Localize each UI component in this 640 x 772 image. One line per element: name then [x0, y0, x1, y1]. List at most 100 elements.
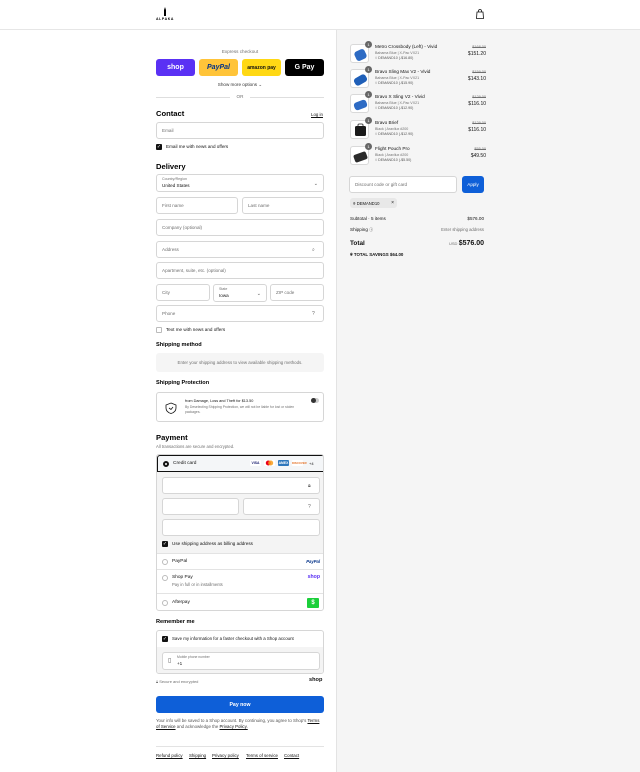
expiration-field[interactable]	[162, 498, 239, 515]
cart-item: 1 Bravo X Sling V2 - Vivid Bahama Blue |…	[350, 91, 486, 116]
divider-right	[250, 97, 324, 98]
card-details-section: 🔒︎ ? ✓ Use shipping address as billing a…	[157, 472, 323, 554]
shipping-protection-box[interactable]: from Damage, Loss and Theft for $13.50 B…	[156, 392, 324, 422]
paypal-radio[interactable]	[162, 559, 168, 565]
country-select[interactable]: Country/Region United States ⌄	[156, 174, 324, 192]
subtotal-label: Subtotal · 5 items	[350, 216, 386, 221]
afterpay-radio[interactable]	[162, 600, 168, 606]
lock-icon: 🔒︎	[156, 679, 159, 684]
protection-toggle[interactable]	[311, 398, 319, 403]
privacy-policy-link[interactable]: Privacy policy	[212, 753, 239, 758]
mobile-phone-field[interactable]: ▯ Mobile phone number +1	[162, 652, 320, 670]
item-discount-code: DEMAND10 (-$12.90)	[378, 132, 414, 136]
item-discount: ⌾ DEMAND10 (-$12.90)	[375, 106, 413, 110]
protection-line2: By Deselecting Shipping Protection, we w…	[185, 405, 295, 409]
chevron-down-icon: ⌄	[258, 82, 263, 87]
quantity-badge: 1	[365, 143, 372, 150]
brand-logo[interactable]: ALPAKA	[155, 7, 175, 21]
last-name-field[interactable]: Last name	[242, 197, 324, 214]
paypal-button[interactable]: PayPal	[199, 59, 238, 76]
shield-package-icon	[165, 402, 177, 414]
terms-of-service-link[interactable]: Terms of service	[246, 753, 278, 758]
amex-icon: AMEX	[278, 460, 289, 466]
afterpay-logo-icon: $	[307, 598, 319, 608]
newsletter-label: Email me with news and offers	[166, 144, 229, 149]
cart-item: 1 Metro Crossbody (Left) - Vivid Bahama …	[350, 41, 486, 66]
first-name-field[interactable]: First name	[156, 197, 238, 214]
billing-same-label: Use shipping address as billing address	[172, 541, 253, 546]
shop-pay-radio[interactable]	[162, 575, 168, 581]
contact-link[interactable]: Contact	[284, 753, 299, 758]
savings-row: ⌾ TOTAL SAVINGS $64.00	[350, 252, 484, 257]
item-discount-code: DEMAND10 (-$5.50)	[378, 158, 412, 162]
company-field[interactable]: Company (optional)	[156, 219, 324, 236]
shop-logo: shop	[307, 574, 320, 580]
alpaka-logo-icon	[164, 7, 166, 16]
apartment-placeholder: Apartment, suite, etc. (optional)	[162, 268, 226, 273]
legal-text: Your info will be saved to a Shop accoun…	[156, 718, 324, 730]
total-label: Total	[350, 240, 365, 247]
discover-icon: DISCOVER	[292, 460, 307, 466]
apartment-field[interactable]: Apartment, suite, etc. (optional)	[156, 262, 324, 279]
billing-same-checkbox[interactable]: ✓	[162, 541, 168, 547]
zip-field[interactable]: ZIP code	[270, 284, 324, 301]
item-discount-code: DEMAND10 (-$12.90)	[378, 106, 414, 110]
card-number-field[interactable]: 🔒︎	[162, 477, 320, 494]
item-original-price: $129.00	[472, 95, 486, 99]
item-price: $143.10	[467, 76, 486, 82]
remove-code-icon[interactable]: ×	[391, 200, 394, 206]
phone-field[interactable]: Phone?	[156, 305, 324, 322]
pay-now-button[interactable]: Pay now	[156, 696, 324, 713]
remember-me-box: ✓ Save my information for a faster check…	[156, 630, 324, 674]
protection-line3: packages.	[185, 410, 201, 414]
address-field[interactable]: Address ⌕	[156, 241, 324, 258]
paypal-option[interactable]: PayPal PayPal	[157, 554, 323, 570]
apply-discount-button[interactable]: Apply	[462, 176, 484, 193]
shipping-link[interactable]: Shipping	[189, 753, 206, 758]
text-offers-label: Text me with news and offers	[166, 327, 226, 332]
text-offers-checkbox[interactable]	[156, 327, 162, 333]
security-code-field[interactable]: ?	[243, 498, 320, 515]
tag-icon: ⌾	[375, 132, 378, 136]
help-circle-icon[interactable]: ?	[312, 311, 318, 317]
amazon-pay-button[interactable]: amazon pay	[242, 59, 281, 76]
credit-card-option[interactable]: Credit card VISA AMEX DISCOVER +4	[157, 455, 323, 472]
shop-pay-option[interactable]: Shop Pay Pay in full or in installments …	[157, 570, 323, 594]
afterpay-option[interactable]: Afterpay $	[157, 594, 323, 610]
shop-pay-sub: Pay in full or in installments	[172, 582, 223, 587]
total-value: $576.00	[458, 240, 484, 247]
item-price: $116.10	[468, 101, 486, 107]
save-info-checkbox[interactable]: ✓	[162, 636, 168, 642]
shopping-bag-icon[interactable]	[475, 9, 485, 19]
credit-card-radio[interactable]	[163, 461, 169, 467]
state-select[interactable]: State Iowa ⌄	[213, 284, 267, 302]
subtotal-row: Subtotal · 5 items $576.00	[350, 216, 484, 221]
city-placeholder: City	[162, 290, 170, 295]
newsletter-checkbox[interactable]: ✓	[156, 144, 162, 150]
refund-policy-link[interactable]: Refund policy	[156, 753, 183, 758]
google-pay-button[interactable]: G Pay	[285, 59, 324, 76]
company-placeholder: Company (optional)	[162, 225, 203, 230]
name-on-card-field[interactable]	[162, 519, 320, 536]
privacy-link[interactable]: Privacy Policy.	[220, 724, 248, 729]
savings-label: TOTAL SAVINGS	[353, 252, 389, 257]
help-circle-icon[interactable]: ⓘ	[369, 227, 373, 232]
mobile-value: +1	[177, 661, 183, 666]
help-circle-icon[interactable]: ?	[308, 504, 314, 510]
mastercard-icon	[264, 460, 275, 466]
shipping-value: Enter shipping address	[441, 227, 484, 232]
first-name-placeholder: First name	[162, 203, 184, 208]
login-link[interactable]: Log in	[311, 112, 323, 117]
item-original-price: $129.00	[472, 121, 486, 125]
remember-me-heading: Remember me	[156, 619, 195, 625]
item-price: $151.20	[467, 51, 486, 57]
discount-code-input[interactable]: Discount code or gift card	[349, 176, 457, 193]
shop-pay-button[interactable]: shop	[156, 59, 195, 76]
email-field[interactable]: Email	[156, 122, 324, 139]
address-placeholder: Address	[162, 247, 179, 252]
email-placeholder: Email	[162, 128, 174, 133]
cart-item: 1 Flight Pouch Pro Black | Aravllux #200…	[350, 143, 486, 168]
show-more-options-link[interactable]: Show more options ⌄	[156, 82, 324, 88]
city-field[interactable]: City	[156, 284, 210, 301]
item-discount: ⌾ DEMAND10 (-$5.50)	[375, 158, 411, 162]
